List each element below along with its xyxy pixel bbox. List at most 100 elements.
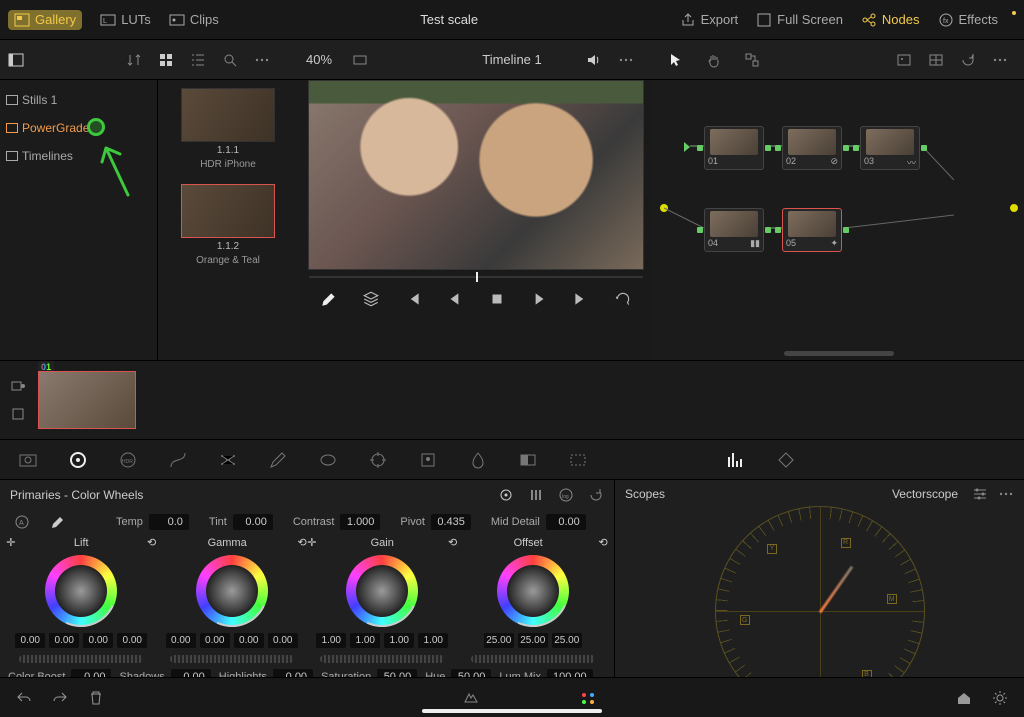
gamma-jog[interactable] bbox=[170, 655, 294, 663]
luts-tab[interactable]: L LUTs bbox=[100, 12, 151, 28]
wheel-val[interactable]: 25.00 bbox=[518, 633, 548, 648]
pointer-tool[interactable] bbox=[660, 44, 692, 76]
node-view-button[interactable] bbox=[920, 44, 952, 76]
effects-tab[interactable]: fx Effects bbox=[938, 12, 999, 28]
plus-icon[interactable]: ✛ bbox=[307, 536, 316, 549]
temp-value[interactable]: 0.0 bbox=[149, 514, 189, 530]
node-reset-button[interactable] bbox=[952, 44, 984, 76]
node-02[interactable]: 02⊘ bbox=[782, 126, 842, 170]
node-03[interactable]: 03〰 bbox=[860, 126, 920, 170]
nodes-tab[interactable]: Nodes bbox=[861, 12, 920, 28]
offset-jog[interactable] bbox=[471, 655, 595, 663]
wheel-val[interactable]: 1.00 bbox=[350, 633, 380, 648]
reset-icon[interactable]: ⟲ bbox=[298, 536, 307, 549]
prev-frame-button[interactable] bbox=[446, 290, 464, 308]
reset-icon[interactable]: ⟲ bbox=[448, 536, 457, 549]
auto-balance-icon[interactable]: A bbox=[14, 514, 30, 530]
camera-raw-tool[interactable] bbox=[18, 450, 38, 470]
qualifier-tool[interactable] bbox=[268, 450, 288, 470]
viewer-image[interactable] bbox=[308, 80, 644, 270]
dots-icon[interactable] bbox=[998, 486, 1014, 502]
wheel-val[interactable]: 1.00 bbox=[418, 633, 448, 648]
bars-mode-icon[interactable] bbox=[528, 487, 544, 503]
picker-tool[interactable] bbox=[320, 290, 338, 308]
last-frame-button[interactable] bbox=[572, 290, 590, 308]
wheel-val[interactable]: 25.00 bbox=[484, 633, 514, 648]
sidebar-item-powergrade[interactable]: PowerGrade bbox=[0, 114, 157, 142]
resolve-logo-icon[interactable] bbox=[579, 689, 597, 707]
info-toggle[interactable] bbox=[776, 450, 796, 470]
offset-color-wheel[interactable] bbox=[497, 555, 569, 627]
record-icon[interactable] bbox=[10, 378, 26, 394]
node-scrollbar[interactable] bbox=[784, 351, 894, 356]
scope-settings-icon[interactable] bbox=[972, 486, 988, 502]
wheels-mode-icon[interactable] bbox=[498, 487, 514, 503]
gain-color-wheel[interactable] bbox=[346, 555, 418, 627]
gain-jog[interactable] bbox=[320, 655, 444, 663]
play-button[interactable] bbox=[530, 290, 548, 308]
viewer-scrubber[interactable] bbox=[298, 270, 654, 284]
sizing-tool[interactable] bbox=[568, 450, 588, 470]
sidebar-item-stills[interactable]: Stills 1 bbox=[0, 86, 157, 114]
gallery-tab[interactable]: Gallery bbox=[8, 10, 82, 30]
layers-button[interactable] bbox=[362, 290, 380, 308]
hand-tool[interactable] bbox=[698, 44, 730, 76]
curves-tool[interactable] bbox=[168, 450, 188, 470]
warper-tool[interactable] bbox=[218, 450, 238, 470]
color-wheels-tool[interactable] bbox=[68, 450, 88, 470]
home-icon[interactable] bbox=[956, 690, 972, 706]
scopes-toggle[interactable] bbox=[726, 450, 746, 470]
sort-button[interactable] bbox=[118, 44, 150, 76]
loop-button[interactable] bbox=[614, 290, 632, 308]
wheel-val[interactable]: 0.00 bbox=[234, 633, 264, 648]
blur-tool[interactable] bbox=[468, 450, 488, 470]
pivot-value[interactable]: 0.435 bbox=[431, 514, 471, 530]
node-layout-tool[interactable] bbox=[736, 44, 768, 76]
scope-mode[interactable]: Vectorscope bbox=[892, 487, 958, 501]
wheel-val[interactable]: 1.00 bbox=[316, 633, 346, 648]
gamma-color-wheel[interactable] bbox=[196, 555, 268, 627]
list-view-button[interactable] bbox=[182, 44, 214, 76]
wheel-val[interactable]: 1.00 bbox=[384, 633, 414, 648]
more-gallery-button[interactable] bbox=[246, 44, 278, 76]
contrast-value[interactable]: 1.000 bbox=[340, 514, 380, 530]
more-viewer-button[interactable] bbox=[610, 44, 642, 76]
tint-value[interactable]: 0.00 bbox=[233, 514, 273, 530]
viewer-zoom[interactable]: 40% bbox=[306, 52, 332, 67]
grid-view-button[interactable] bbox=[150, 44, 182, 76]
plus-icon[interactable]: ✛ bbox=[6, 536, 15, 549]
magic-mask-tool[interactable] bbox=[418, 450, 438, 470]
trash-icon[interactable] bbox=[88, 690, 104, 706]
node-graph[interactable]: 01 02⊘ 03〰 04▮▮ 05✦ bbox=[654, 80, 1024, 360]
wheel-val[interactable]: 0.00 bbox=[83, 633, 113, 648]
lift-jog[interactable] bbox=[19, 655, 143, 663]
wheel-val[interactable]: 0.00 bbox=[268, 633, 298, 648]
middetail-value[interactable]: 0.00 bbox=[546, 514, 586, 530]
node-04[interactable]: 04▮▮ bbox=[704, 208, 764, 252]
stop-button[interactable] bbox=[488, 290, 506, 308]
timeline-name[interactable]: Timeline 1 bbox=[482, 52, 541, 67]
wheel-val[interactable]: 0.00 bbox=[166, 633, 196, 648]
window-tool[interactable] bbox=[318, 450, 338, 470]
wheel-val[interactable]: 0.00 bbox=[200, 633, 230, 648]
node-thumb-button[interactable] bbox=[888, 44, 920, 76]
wheel-val[interactable]: 0.00 bbox=[15, 633, 45, 648]
viewer-mode-button[interactable] bbox=[344, 44, 376, 76]
key-tool[interactable] bbox=[518, 450, 538, 470]
log-mode-icon[interactable]: log bbox=[558, 487, 574, 503]
gear-icon[interactable] bbox=[992, 690, 1008, 706]
audio-button[interactable] bbox=[578, 44, 610, 76]
wheel-val[interactable]: 25.00 bbox=[552, 633, 582, 648]
search-button[interactable] bbox=[214, 44, 246, 76]
clips-tab[interactable]: Clips bbox=[169, 12, 219, 28]
export-button[interactable]: Export bbox=[680, 12, 739, 28]
hdr-tool[interactable]: HDR bbox=[118, 450, 138, 470]
still-thumb[interactable]: 1.1.2 Orange & Teal bbox=[181, 184, 275, 266]
pick-white-icon[interactable] bbox=[50, 514, 66, 530]
sidebar-item-timelines[interactable]: Timelines bbox=[0, 142, 157, 170]
node-01[interactable]: 01 bbox=[704, 126, 764, 170]
wheel-val[interactable]: 0.00 bbox=[117, 633, 147, 648]
more-nodes-button[interactable] bbox=[984, 44, 1016, 76]
wheel-val[interactable]: 0.00 bbox=[49, 633, 79, 648]
redo-icon[interactable] bbox=[52, 690, 68, 706]
